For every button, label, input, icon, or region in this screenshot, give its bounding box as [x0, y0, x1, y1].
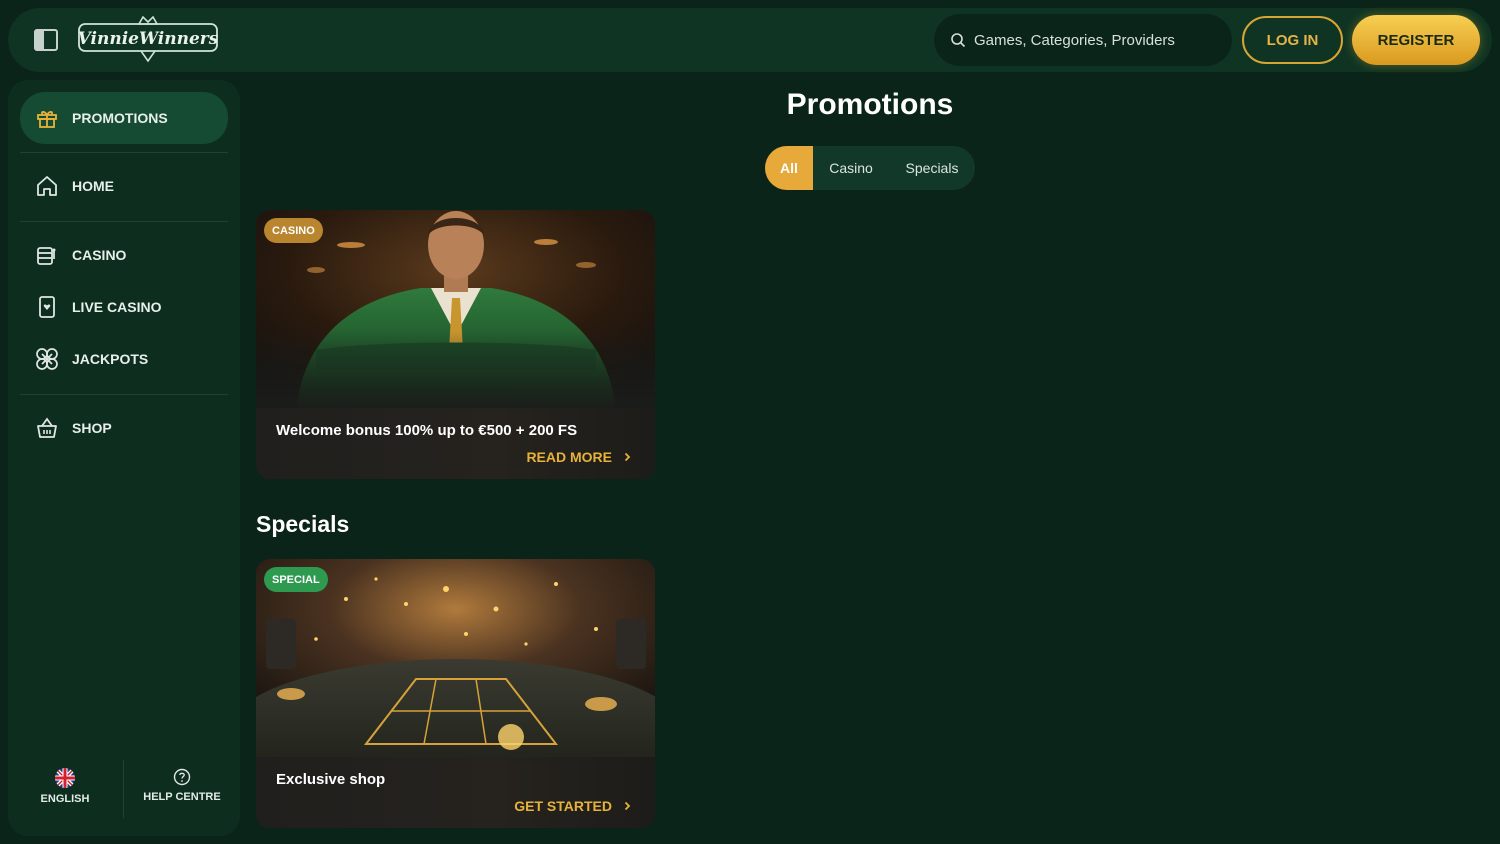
- promotion-card-exclusive-shop[interactable]: SPECIAL Exclusive shop GET STARTED: [256, 559, 655, 828]
- sidebar-item-label: CASINO: [72, 247, 127, 263]
- get-started-link[interactable]: GET STARTED: [514, 798, 631, 814]
- clover-icon: [34, 346, 60, 372]
- sidebar-item-label: SHOP: [72, 420, 112, 436]
- read-more-link[interactable]: READ MORE: [526, 449, 631, 465]
- page-title: Promotions: [786, 88, 954, 121]
- divider: [20, 152, 228, 153]
- sidebar-footer: ENGLISH HELP CENTRE: [8, 748, 240, 828]
- link-label: READ MORE: [526, 449, 612, 465]
- sidebar-toggle-icon[interactable]: [34, 28, 58, 52]
- help-centre-link[interactable]: HELP CENTRE: [127, 768, 237, 812]
- tab-casino[interactable]: Casino: [813, 146, 889, 190]
- promotion-title: Welcome bonus 100% up to €500 + 200 FS: [276, 422, 578, 439]
- search-input[interactable]: [974, 31, 1214, 49]
- sidebar-item-home[interactable]: HOME: [20, 161, 228, 211]
- category-badge: CASINO: [264, 218, 323, 243]
- sidebar-item-jackpots[interactable]: JACKPOTS: [20, 334, 228, 384]
- tab-specials[interactable]: Specials: [889, 146, 975, 190]
- home-icon: [34, 173, 60, 199]
- search-icon: [951, 33, 966, 48]
- help-label: HELP CENTRE: [143, 791, 221, 803]
- language-selector[interactable]: ENGLISH: [10, 768, 120, 812]
- basket-icon: [34, 415, 60, 441]
- sidebar: PROMOTIONS HOME CASINO LIVE CASINO JACKP…: [8, 80, 240, 836]
- gift-icon: [34, 105, 60, 131]
- card-footer: Welcome bonus 100% up to €500 + 200 FS R…: [256, 408, 655, 479]
- section-title-specials: Specials: [256, 511, 350, 537]
- svg-text:VinnieWinners: VinnieWinners: [78, 29, 219, 49]
- playing-card-icon: [34, 294, 60, 320]
- sidebar-item-label: PROMOTIONS: [72, 110, 168, 126]
- top-bar: VinnieWinners LOG IN REGISTER: [8, 8, 1492, 72]
- chevron-right-icon: [624, 452, 631, 462]
- promotion-tabs: All Casino Specials: [765, 146, 975, 190]
- card-footer: Exclusive shop GET STARTED: [256, 757, 655, 828]
- sidebar-item-label: LIVE CASINO: [72, 299, 162, 315]
- divider: [20, 394, 228, 395]
- search-box[interactable]: [934, 14, 1232, 66]
- sidebar-item-casino[interactable]: CASINO: [20, 230, 228, 280]
- category-badge: SPECIAL: [264, 567, 328, 592]
- sidebar-item-label: HOME: [72, 178, 114, 194]
- logo[interactable]: VinnieWinners: [77, 14, 219, 66]
- uk-flag-icon: [55, 768, 75, 788]
- promotion-card-welcome-bonus[interactable]: CASINO Welcome bonus 100% up to €500 + 2…: [256, 210, 655, 479]
- sidebar-item-label: JACKPOTS: [72, 351, 149, 367]
- tab-all[interactable]: All: [765, 146, 813, 190]
- special-title: Exclusive shop: [276, 771, 386, 788]
- sidebar-item-promotions[interactable]: PROMOTIONS: [20, 92, 228, 144]
- language-label: ENGLISH: [40, 793, 90, 805]
- slot-machine-icon: [34, 242, 60, 268]
- divider: [123, 760, 124, 818]
- sidebar-item-shop[interactable]: SHOP: [20, 403, 228, 453]
- register-button[interactable]: REGISTER: [1352, 15, 1480, 65]
- divider: [20, 221, 228, 222]
- link-label: GET STARTED: [514, 798, 612, 814]
- login-button[interactable]: LOG IN: [1242, 16, 1343, 64]
- sidebar-item-live-casino[interactable]: LIVE CASINO: [20, 282, 228, 332]
- help-icon: [173, 768, 191, 786]
- chevron-right-icon: [624, 801, 631, 811]
